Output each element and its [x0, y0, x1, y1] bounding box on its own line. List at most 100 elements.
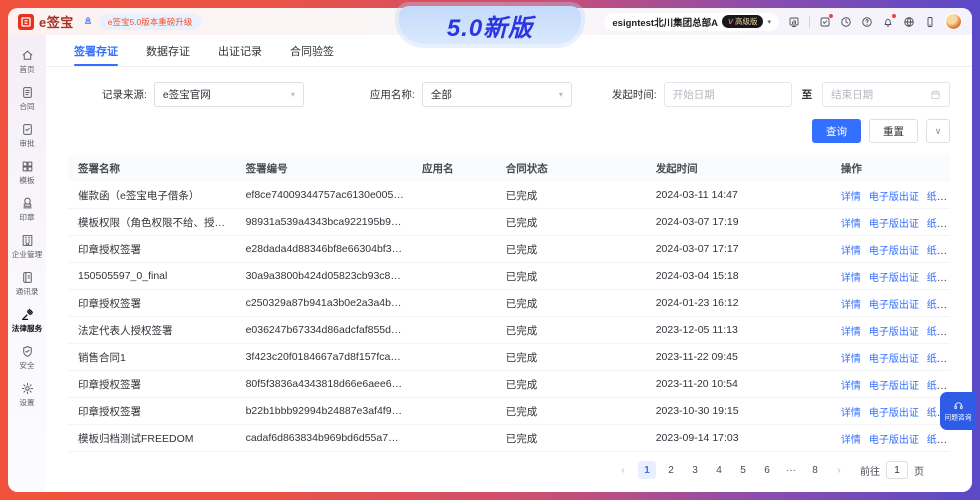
- end-date-input[interactable]: 结束日期: [822, 82, 950, 107]
- notification-dot: [892, 14, 896, 18]
- table-body: 催款函（e签宝电子借条） ef8ce74009344757ac6130e0057…: [68, 182, 950, 452]
- contract-status: 已完成: [496, 323, 646, 338]
- paper-cert-link[interactable]: 纸质版出证: [927, 380, 950, 392]
- page-number-button[interactable]: 3: [686, 461, 704, 479]
- console-icon[interactable]: [788, 16, 800, 28]
- sidebar-item[interactable]: 安全: [8, 339, 46, 376]
- reset-button[interactable]: 重置: [869, 119, 918, 143]
- electronic-cert-link[interactable]: 电子版出证: [869, 273, 919, 284]
- upgrade-badge[interactable]: e签宝5.0版本重磅升级: [99, 14, 202, 30]
- electronic-cert-link[interactable]: 电子版出证: [869, 354, 919, 365]
- app-frame: 5.0新版 e签宝 e签宝5.0版本重磅升级 esigntest北川集团总部A: [0, 0, 980, 500]
- phone-icon[interactable]: [924, 16, 936, 28]
- table-row[interactable]: 催款函（e签宝电子借条） ef8ce74009344757ac6130e0057…: [68, 182, 950, 209]
- electronic-cert-link[interactable]: 电子版出证: [869, 192, 919, 203]
- electronic-cert-link[interactable]: 电子版出证: [869, 246, 919, 257]
- electronic-cert-link[interactable]: 电子版出证: [869, 435, 919, 446]
- tab[interactable]: 数据存证: [146, 35, 190, 66]
- page-number-button[interactable]: 6: [758, 461, 776, 479]
- table-row[interactable]: 模板权限（角色权限不给、授权对象给） 98931a539a4343bca9221…: [68, 209, 950, 236]
- table-row[interactable]: 印章授权签署 c250329a87b941a3b0e2a3a4b2395aa7 …: [68, 290, 950, 317]
- detail-link[interactable]: 详情: [841, 300, 861, 311]
- app-name-label: 应用名称:: [370, 87, 415, 102]
- app-window: e签宝 e签宝5.0版本重磅升级 esigntest北川集团总部A V 高级版 …: [8, 8, 972, 492]
- sidebar-item[interactable]: 模板: [8, 154, 46, 191]
- detail-link[interactable]: 详情: [841, 273, 861, 284]
- table-row[interactable]: 印章授权签署 80f5f3836a4343818d66e6aee6a87bf0 …: [68, 371, 950, 398]
- page-number-button[interactable]: 5: [734, 461, 752, 479]
- avatar[interactable]: [945, 13, 962, 30]
- electronic-cert-link[interactable]: 电子版出证: [869, 327, 919, 338]
- help-icon[interactable]: [861, 16, 873, 28]
- logo[interactable]: e签宝: [18, 12, 74, 31]
- electronic-cert-link[interactable]: 电子版出证: [869, 381, 919, 392]
- sign-name: 印章授权签署: [68, 242, 236, 257]
- sidebar-item[interactable]: 审批: [8, 117, 46, 154]
- sidebar-item[interactable]: 通讯录: [8, 265, 46, 302]
- start-time: 2024-01-23 16:12: [646, 297, 831, 309]
- contract-status: 已完成: [496, 215, 646, 230]
- sidebar-item[interactable]: 企业管理: [8, 228, 46, 265]
- column-header: 应用名: [412, 161, 496, 176]
- sidebar-item[interactable]: 法律服务: [8, 302, 46, 339]
- page-number-button[interactable]: 1: [638, 461, 656, 479]
- collapse-filter-button[interactable]: ∨: [926, 119, 950, 143]
- start-date-input[interactable]: 开始日期: [664, 82, 792, 107]
- sign-name: 销售合同1: [68, 350, 236, 365]
- sidebar-item[interactable]: 印章: [8, 191, 46, 228]
- detail-link[interactable]: 详情: [841, 435, 861, 446]
- sidebar-item-label: 法律服务: [12, 323, 42, 333]
- support-button[interactable]: 问题咨询: [940, 392, 976, 430]
- globe-icon[interactable]: [903, 16, 915, 28]
- contract-status: 已完成: [496, 269, 646, 284]
- paper-cert-link[interactable]: 纸质版出证: [927, 218, 950, 230]
- paper-cert-link[interactable]: 纸质版出证: [927, 272, 950, 284]
- prev-page-button[interactable]: ‹: [614, 461, 632, 479]
- electronic-cert-link[interactable]: 电子版出证: [869, 219, 919, 230]
- sidebar-item[interactable]: 首页: [8, 43, 46, 80]
- goto-page-input[interactable]: [886, 461, 908, 479]
- start-time: 2024-03-11 14:47: [646, 189, 831, 201]
- search-button[interactable]: 查询: [812, 119, 861, 143]
- paper-cert-link[interactable]: 纸质版出证: [927, 299, 950, 311]
- clock-icon[interactable]: [840, 16, 852, 28]
- sidebar-item-label: 安全: [19, 360, 34, 370]
- tab[interactable]: 合同验签: [290, 35, 334, 66]
- paper-cert-link[interactable]: 纸质版出证: [927, 245, 950, 257]
- sign-name: 印章授权签署: [68, 296, 236, 311]
- org-switcher[interactable]: esigntest北川集团总部A V 高级版 ▾: [604, 13, 779, 31]
- table-row[interactable]: 销售合同1 3f423c20f0184667a7d8f157fca7774e 已…: [68, 344, 950, 371]
- tab[interactable]: 出证记录: [218, 35, 262, 66]
- detail-link[interactable]: 详情: [841, 219, 861, 230]
- sidebar-item[interactable]: 合同: [8, 80, 46, 117]
- electronic-cert-link[interactable]: 电子版出证: [869, 408, 919, 419]
- paper-cert-link[interactable]: 纸质版出证: [927, 353, 950, 365]
- detail-link[interactable]: 详情: [841, 192, 861, 203]
- paper-cert-link[interactable]: 纸质版出证: [927, 191, 950, 203]
- table-row[interactable]: 印章授权签署 b22b1bbb92994b24887e3af4f9860d84 …: [68, 398, 950, 425]
- bell-icon[interactable]: [882, 16, 894, 28]
- page-number-button[interactable]: 8: [806, 461, 824, 479]
- gear-icon: [21, 382, 34, 395]
- table-row[interactable]: 模板归档测试FREEDOM cadaf6d863834b969bd6d55a7d…: [68, 425, 950, 452]
- paper-cert-link[interactable]: 纸质版出证: [927, 434, 950, 446]
- table-row[interactable]: 印章授权签署 e28dada4d88346bf8e66304bf3acb58e …: [68, 236, 950, 263]
- page-number-button[interactable]: ···: [782, 461, 800, 479]
- tab[interactable]: 签署存证: [74, 35, 118, 66]
- detail-link[interactable]: 详情: [841, 354, 861, 365]
- detail-link[interactable]: 详情: [841, 246, 861, 257]
- sidebar-item[interactable]: 设置: [8, 376, 46, 413]
- paper-cert-link[interactable]: 纸质版出证: [927, 326, 950, 338]
- record-source-select[interactable]: e签宝官网 ▾: [154, 82, 304, 107]
- table-row[interactable]: 150505597_0_final 30a9a3800b424d05823cb9…: [68, 263, 950, 290]
- electronic-cert-link[interactable]: 电子版出证: [869, 300, 919, 311]
- page-number-button[interactable]: 4: [710, 461, 728, 479]
- app-name-select[interactable]: 全部 ▾: [422, 82, 572, 107]
- detail-link[interactable]: 详情: [841, 381, 861, 392]
- detail-link[interactable]: 详情: [841, 327, 861, 338]
- todo-icon[interactable]: [819, 16, 831, 28]
- detail-link[interactable]: 详情: [841, 408, 861, 419]
- table-row[interactable]: 法定代表人授权签署 e036247b67334d86adcfaf855d934b…: [68, 317, 950, 344]
- next-page-button[interactable]: ›: [830, 461, 848, 479]
- page-number-button[interactable]: 2: [662, 461, 680, 479]
